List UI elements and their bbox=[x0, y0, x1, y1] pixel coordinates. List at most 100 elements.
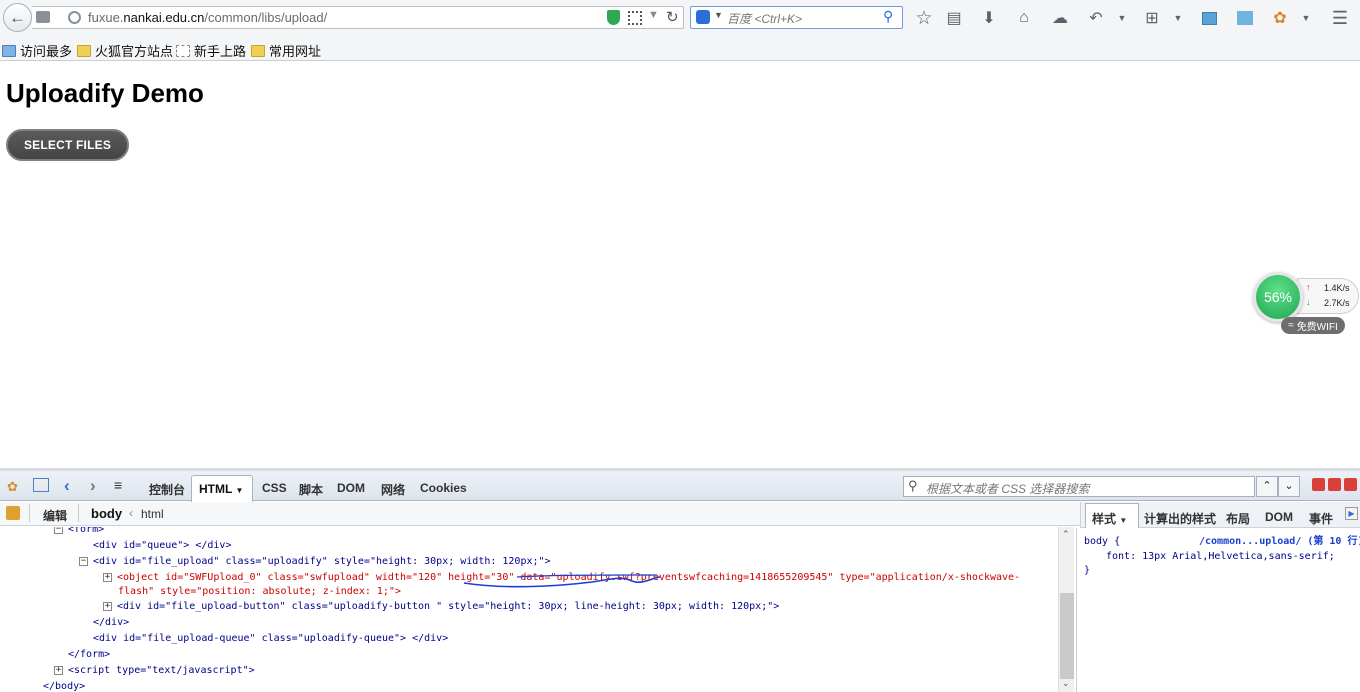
css-source-link[interactable]: /common...upload/ (第 10 行) bbox=[1199, 534, 1360, 549]
bookmark-common-sites[interactable]: 常用网址 bbox=[251, 41, 321, 60]
bookmark-star-icon[interactable]: ☆ bbox=[914, 8, 934, 29]
bookmark-label: 常用网址 bbox=[269, 44, 322, 59]
undo-dropdown-icon[interactable]: ▼ bbox=[1112, 8, 1132, 28]
free-wifi-button[interactable]: ≈ 免费WIFI bbox=[1281, 317, 1345, 334]
crop-icon[interactable]: ⊞ bbox=[1142, 8, 1162, 28]
command-line-icon[interactable]: ≡ bbox=[114, 477, 122, 493]
code-line[interactable]: <div id="queue"> </div> bbox=[93, 538, 231, 553]
inspect-icon[interactable] bbox=[33, 478, 49, 492]
breadcrumb-html[interactable]: html bbox=[141, 507, 164, 521]
reload-icon[interactable]: ↻ bbox=[666, 8, 679, 26]
annotation-underline bbox=[463, 574, 661, 588]
folder-icon bbox=[251, 44, 265, 57]
nav-back-icon[interactable]: ‹ bbox=[64, 476, 70, 496]
code-line[interactable]: </form> bbox=[68, 647, 110, 662]
reader-list-icon[interactable]: ▤ bbox=[944, 8, 964, 28]
search-next-button[interactable]: ⌄ bbox=[1278, 476, 1300, 497]
close-icon[interactable] bbox=[1344, 478, 1357, 491]
css-declaration[interactable]: font: 13px Arial,Helvetica,sans-serif; bbox=[1106, 549, 1335, 564]
page-identity-icon[interactable] bbox=[36, 11, 50, 23]
css-selector[interactable]: body { bbox=[1084, 534, 1120, 549]
baidu-engine-icon[interactable] bbox=[696, 10, 710, 24]
back-button[interactable]: ← bbox=[3, 3, 32, 32]
nav-forward-icon[interactable]: › bbox=[90, 476, 96, 496]
download-icon[interactable]: ⬇ bbox=[979, 8, 999, 28]
folder-icon bbox=[77, 44, 91, 57]
firebug-icon[interactable]: ✿ bbox=[1270, 8, 1290, 28]
devtools-breadcrumb-bar: 编辑 body ‹ html bbox=[0, 502, 1080, 526]
edit-button[interactable]: 编辑 bbox=[43, 507, 67, 524]
tab-script[interactable]: 脚本 bbox=[299, 481, 323, 498]
image-tool-icon[interactable] bbox=[1199, 8, 1219, 28]
wifi-percent-circle[interactable]: 56% bbox=[1253, 272, 1303, 322]
html-source-tree: − <form> <div id="queue"> </div> − <div id… bbox=[0, 527, 1058, 692]
minimize-icon[interactable] bbox=[1312, 478, 1325, 491]
devtools-search-input[interactable]: ⚲ 根据文本或者 CSS 选择器搜索 bbox=[903, 476, 1255, 497]
side-panel-tabbar: 样式 ▼ 计算出的样式 布局 DOM 事件 ▶ bbox=[1080, 502, 1360, 528]
bookmark-most-visited[interactable]: 访问最多 bbox=[2, 41, 72, 60]
search-icon[interactable]: ⚲ bbox=[883, 8, 893, 25]
code-line[interactable]: + <div id="file_upload-button" class="upl… bbox=[103, 599, 779, 614]
select-files-button[interactable]: SELECT FILES bbox=[6, 129, 129, 161]
address-bar[interactable]: fuxue.nankai.edu.cn/common/libs/upload/ … bbox=[32, 6, 684, 29]
search-prev-button[interactable]: ⌃ bbox=[1256, 476, 1278, 497]
wifi-widget[interactable]: ↑ 1.4K/s ↓ 2.7K/s 56% ≈ 免费WIFI bbox=[1253, 272, 1360, 336]
wifi-icon: ≈ bbox=[1288, 320, 1294, 331]
tab-html[interactable]: HTML ▼ bbox=[191, 475, 253, 502]
expand-icon[interactable]: + bbox=[103, 601, 112, 611]
code-line[interactable]: − <form> bbox=[54, 527, 104, 537]
break-on-mutate-icon[interactable] bbox=[6, 506, 20, 520]
side-panel-more-icon[interactable]: ▶ bbox=[1345, 507, 1358, 520]
tab-dom[interactable]: DOM bbox=[337, 481, 365, 495]
scrollbar-thumb[interactable] bbox=[1060, 593, 1074, 679]
dropdown-arrow-icon[interactable]: ▼ bbox=[648, 9, 659, 21]
expand-icon[interactable]: + bbox=[103, 572, 112, 582]
home-icon[interactable]: ⌂ bbox=[1014, 8, 1034, 28]
url-text[interactable]: fuxue.nankai.edu.cn/common/libs/upload/ bbox=[88, 10, 327, 25]
code-scrollbar[interactable]: ⌃ ⌄ bbox=[1058, 527, 1074, 692]
crop-dropdown-icon[interactable]: ▼ bbox=[1168, 8, 1188, 28]
bookmark-getting-started[interactable]: 新手上路 bbox=[176, 41, 246, 60]
expand-icon[interactable]: + bbox=[54, 665, 63, 675]
tab-dom[interactable]: DOM bbox=[1265, 510, 1293, 524]
back-arrow-icon: ← bbox=[9, 7, 26, 27]
qrcode-icon[interactable] bbox=[628, 11, 642, 25]
search-bar[interactable]: ▼ 百度 <Ctrl+K> ⚲ bbox=[690, 6, 903, 29]
tab-style-label: 样式 bbox=[1092, 512, 1117, 526]
undo-icon[interactable]: ↶ bbox=[1086, 8, 1106, 28]
tab-style[interactable]: 样式 ▼ bbox=[1085, 503, 1139, 528]
translate-icon[interactable] bbox=[1235, 8, 1255, 28]
scroll-up-icon[interactable]: ⌃ bbox=[1062, 529, 1070, 540]
engine-dropdown-icon[interactable]: ▼ bbox=[714, 10, 723, 20]
tab-computed[interactable]: 计算出的样式 bbox=[1144, 510, 1216, 527]
page-icon bbox=[176, 44, 190, 57]
code-line[interactable]: + <script type="text/javascript"> bbox=[54, 663, 255, 678]
scroll-down-icon[interactable]: ⌄ bbox=[1062, 678, 1070, 689]
tab-network[interactable]: 网络 bbox=[381, 481, 405, 498]
bookmark-firefox-site[interactable]: 火狐官方站点 bbox=[77, 41, 173, 60]
tab-html-label: HTML bbox=[199, 482, 233, 496]
tab-events[interactable]: 事件 bbox=[1309, 510, 1333, 527]
code-line[interactable]: − <div id="file_upload" class="uploadify"… bbox=[79, 554, 551, 569]
code-line[interactable]: </div> bbox=[93, 615, 129, 630]
tab-cookies[interactable]: Cookies bbox=[420, 481, 467, 495]
code-line[interactable]: flash" style="position: absolute; z-inde… bbox=[118, 584, 401, 599]
collapse-icon[interactable]: − bbox=[79, 556, 88, 566]
tab-layout[interactable]: 布局 bbox=[1226, 510, 1250, 527]
collapse-icon[interactable]: − bbox=[54, 527, 63, 534]
tab-css[interactable]: CSS bbox=[262, 481, 287, 495]
firebug-icon[interactable]: ✿ bbox=[7, 479, 18, 495]
style-rules-panel: body { /common...upload/ (第 10 行) font: … bbox=[1076, 528, 1360, 692]
search-input[interactable]: 百度 <Ctrl+K> bbox=[727, 10, 802, 27]
css-rule-close: } bbox=[1084, 565, 1091, 576]
shield-icon[interactable] bbox=[607, 10, 620, 25]
breadcrumb-body[interactable]: body bbox=[91, 506, 122, 521]
search-icon: ⚲ bbox=[908, 478, 918, 493]
detach-icon[interactable] bbox=[1328, 478, 1341, 491]
firebug-dropdown-icon[interactable]: ▼ bbox=[1296, 8, 1316, 28]
chat-icon[interactable]: ☁ bbox=[1050, 8, 1070, 28]
tab-console[interactable]: 控制台 bbox=[149, 481, 185, 498]
code-line[interactable]: <div id="file_upload-queue" class="uploa… bbox=[93, 631, 448, 646]
code-line[interactable]: </body> bbox=[43, 679, 85, 692]
menu-icon[interactable]: ☰ bbox=[1330, 8, 1350, 28]
